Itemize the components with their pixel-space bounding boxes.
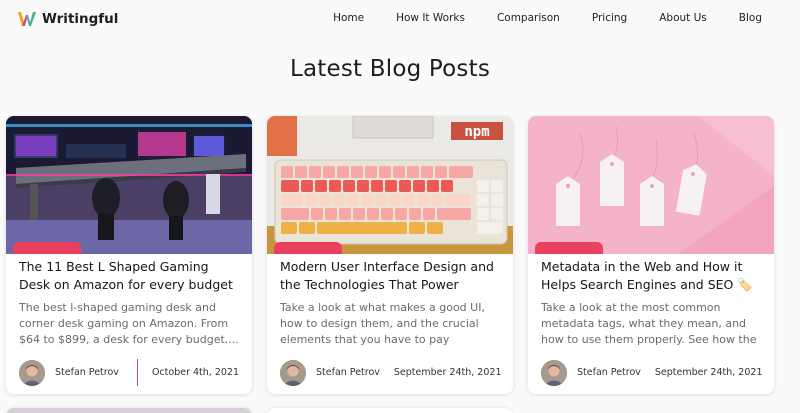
post-thumbnail[interactable] [6, 116, 252, 254]
author-avatar [280, 359, 306, 386]
author-name: Stefan Petrov [316, 367, 380, 378]
nav-about-us[interactable]: About Us [659, 12, 707, 24]
blog-post-card-partial[interactable] [6, 408, 252, 413]
post-date: September 24th, 2021 [654, 367, 763, 378]
blog-post-card[interactable]: Metadata in the Web and How it Helps Sea… [528, 116, 774, 394]
post-meta: Stefan Petrov October 4th, 2021 [19, 359, 239, 386]
nav-pricing[interactable]: Pricing [592, 12, 627, 24]
category-tag [13, 242, 81, 254]
post-meta: Stefan Petrov September 24th, 2021 [541, 359, 763, 386]
category-tag [274, 242, 342, 254]
author-photo-icon [541, 359, 567, 386]
author-name: Stefan Petrov [55, 367, 119, 378]
author-avatar [19, 359, 45, 386]
author-name: Stefan Petrov [577, 367, 641, 378]
category-tag [535, 242, 603, 254]
main-nav: Home How It Works Comparison Pricing Abo… [301, 12, 762, 24]
nav-blog[interactable]: Blog [739, 12, 762, 24]
post-excerpt: Take a look at the most common metadata … [541, 301, 757, 346]
tags-image [528, 116, 774, 254]
post-excerpt: The best l-shaped gaming desk and corner… [19, 301, 239, 346]
nav-comparison[interactable]: Comparison [497, 12, 560, 24]
brand-link[interactable]: Writingful [17, 9, 118, 29]
post-title[interactable]: The 11 Best L Shaped Gaming Desk on Amaz… [19, 258, 240, 294]
author-photo-icon [19, 359, 45, 386]
writingful-logo-icon [18, 12, 36, 26]
post-title[interactable]: Metadata in the Web and How it Helps Sea… [541, 258, 762, 294]
section-title: Latest Blog Posts [289, 56, 491, 82]
post-excerpt: Take a look at what makes a good UI, how… [280, 301, 485, 346]
blog-post-card[interactable]: The 11 Best L Shaped Gaming Desk on Amaz… [6, 116, 252, 394]
svg-text:npm: npm [464, 124, 489, 140]
post-thumbnail[interactable]: npm [267, 116, 513, 254]
post-thumbnail[interactable] [528, 116, 774, 254]
gaming-desk-image [6, 116, 252, 254]
blog-post-card-partial[interactable] [267, 408, 513, 413]
brand-name: Writingful [42, 11, 119, 27]
post-title[interactable]: Modern User Interface Design and the Tec… [280, 258, 501, 294]
site-header: Writingful Home How It Works Comparison … [0, 0, 800, 40]
post-date: October 4th, 2021 [151, 367, 239, 378]
meta-divider [136, 359, 138, 386]
author-avatar [541, 359, 567, 386]
author-photo-icon [280, 359, 306, 386]
post-meta: Stefan Petrov September 24th, 2021 [280, 359, 502, 386]
post-date: September 24th, 2021 [393, 367, 502, 378]
keyboard-npm-image: npm [267, 116, 513, 254]
nav-home[interactable]: Home [333, 12, 364, 24]
blog-post-card[interactable]: npm Modern User Interface Design and the… [267, 116, 513, 394]
nav-how-it-works[interactable]: How It Works [396, 12, 465, 24]
